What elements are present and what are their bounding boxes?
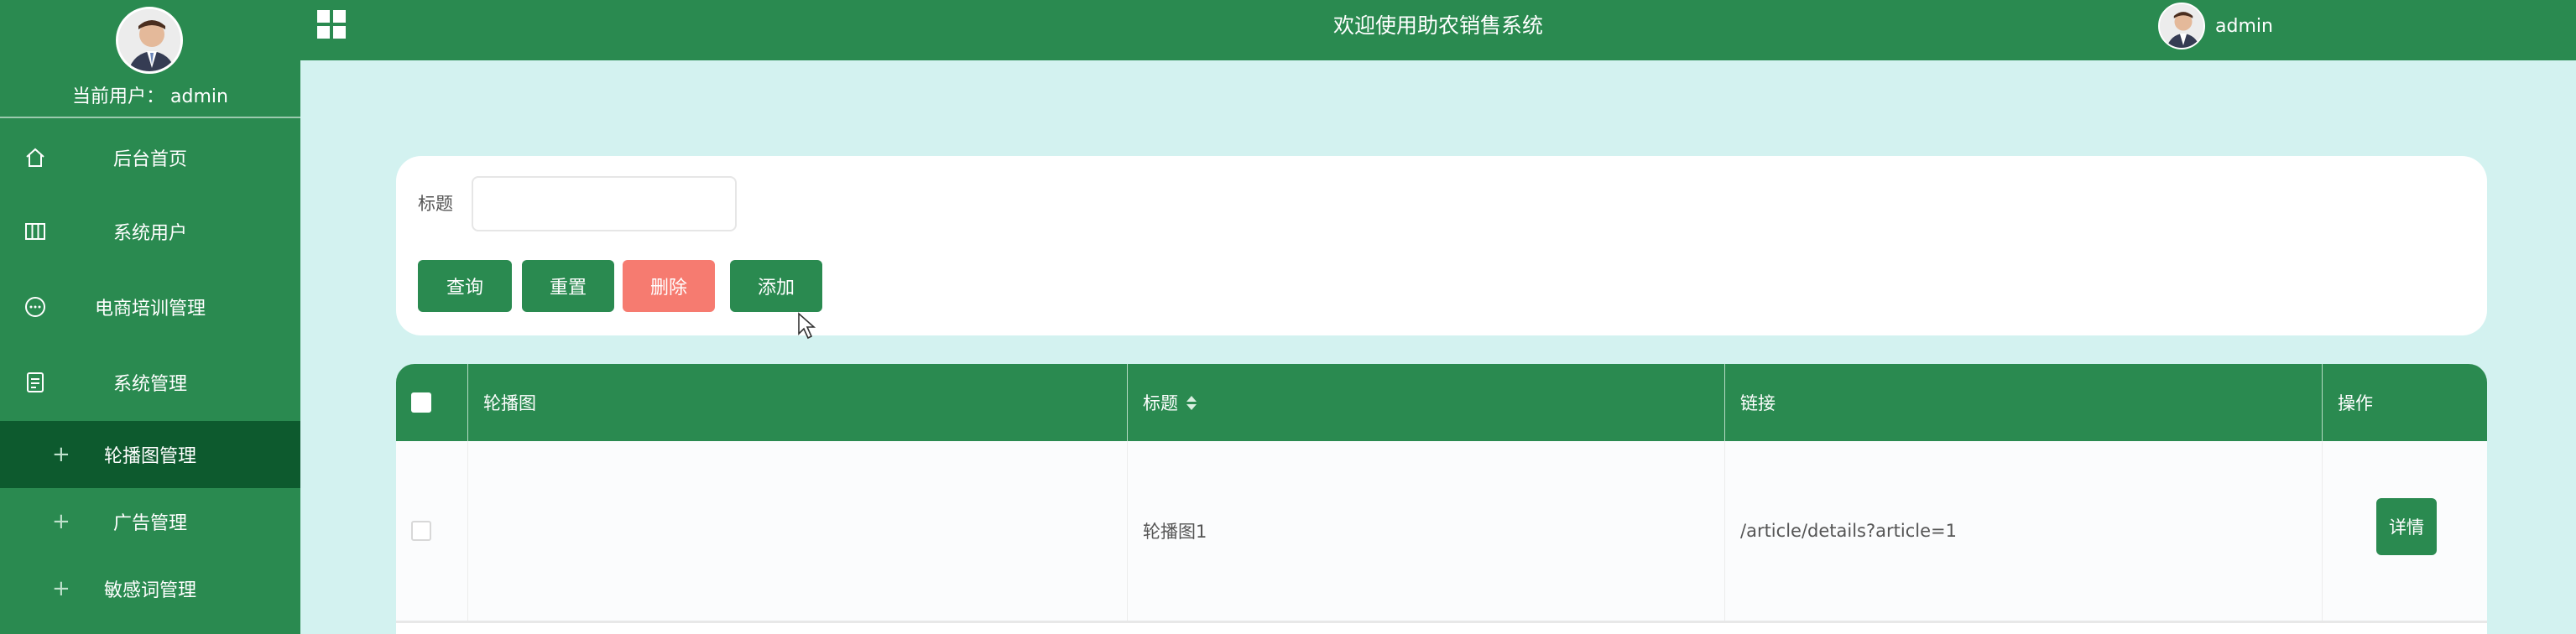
column-label: 操作 <box>2338 393 2373 413</box>
header-username: admin <box>2215 15 2273 37</box>
sidebar: 当前用户： admin 后台首页 系统用户 电商培训管理 系统管理 + 轮播图管… <box>0 0 300 634</box>
table-row: 轮播图1 /article/details?article=1 详情 <box>396 441 2487 621</box>
sidebar-item-label: 轮播图管理 <box>103 446 196 467</box>
row-select-cell <box>396 441 468 621</box>
sidebar-item-label: 敏感词管理 <box>103 580 196 601</box>
query-button[interactable]: 查询 <box>418 260 512 312</box>
row-link: /article/details?article=1 <box>1740 521 1957 541</box>
row-link-cell: /article/details?article=1 <box>1725 441 2323 621</box>
column-header-actions: 操作 <box>2323 364 2487 441</box>
search-panel: 标题 查询 重置 删除 添加 <box>396 156 2487 335</box>
header-user-menu[interactable]: admin <box>2158 0 2273 52</box>
title-search-input[interactable] <box>472 176 737 231</box>
column-header-title[interactable]: 标题 <box>1128 364 1725 441</box>
row-title: 轮播图1 <box>1143 522 1207 542</box>
sidebar-subitem-sensitive-words[interactable]: + 敏感词管理 <box>0 555 300 622</box>
avatar <box>2158 3 2205 49</box>
mouse-cursor-icon <box>798 312 816 340</box>
column-header-link: 链接 <box>1725 364 2323 441</box>
column-header-image: 轮播图 <box>468 364 1128 441</box>
details-button[interactable]: 详情 <box>2376 498 2437 555</box>
sidebar-item-label: 广告管理 <box>112 513 187 534</box>
sidebar-item-label: 电商培训管理 <box>94 299 206 320</box>
sidebar-item-label: 后台首页 <box>112 149 187 170</box>
carousel-table: 轮播图 标题 链接 操作 轮播图1 /article/details?artic… <box>396 364 2487 634</box>
sidebar-subitem-ads[interactable]: + 广告管理 <box>0 488 300 555</box>
title-filter-label: 标题 <box>418 194 453 214</box>
reset-button[interactable]: 重置 <box>522 260 614 312</box>
row-title-cell: 轮播图1 <box>1128 441 1725 621</box>
sidebar-item-dashboard[interactable]: 后台首页 <box>0 124 300 191</box>
sidebar-divider <box>0 117 300 118</box>
column-label: 轮播图 <box>483 393 536 413</box>
table-header: 轮播图 标题 链接 操作 <box>396 364 2487 441</box>
sidebar-item-label: 系统用户 <box>112 223 187 244</box>
sidebar-item-ecommerce-training[interactable]: 电商培训管理 <box>0 273 300 340</box>
row-divider <box>396 621 2487 623</box>
sidebar-item-label: 系统管理 <box>112 374 187 395</box>
sidebar-avatar <box>116 7 183 74</box>
sidebar-subitem-carousel[interactable]: + 轮播图管理 <box>0 421 300 488</box>
current-user-label: 当前用户： admin <box>72 86 228 107</box>
column-label: 链接 <box>1740 393 1776 413</box>
sort-icon[interactable] <box>1186 395 1197 410</box>
row-checkbox[interactable] <box>411 521 431 541</box>
sidebar-item-system-users[interactable]: 系统用户 <box>0 198 300 265</box>
select-all-checkbox[interactable] <box>411 392 431 413</box>
delete-button[interactable]: 删除 <box>623 260 715 312</box>
add-button[interactable]: 添加 <box>730 260 822 312</box>
select-all-cell <box>396 364 468 441</box>
top-header: 欢迎使用助农销售系统 admin <box>300 0 2576 60</box>
sidebar-item-system-management[interactable]: 系统管理 <box>0 349 300 416</box>
row-image-cell <box>468 441 1128 621</box>
column-label: 标题 <box>1143 393 1178 413</box>
